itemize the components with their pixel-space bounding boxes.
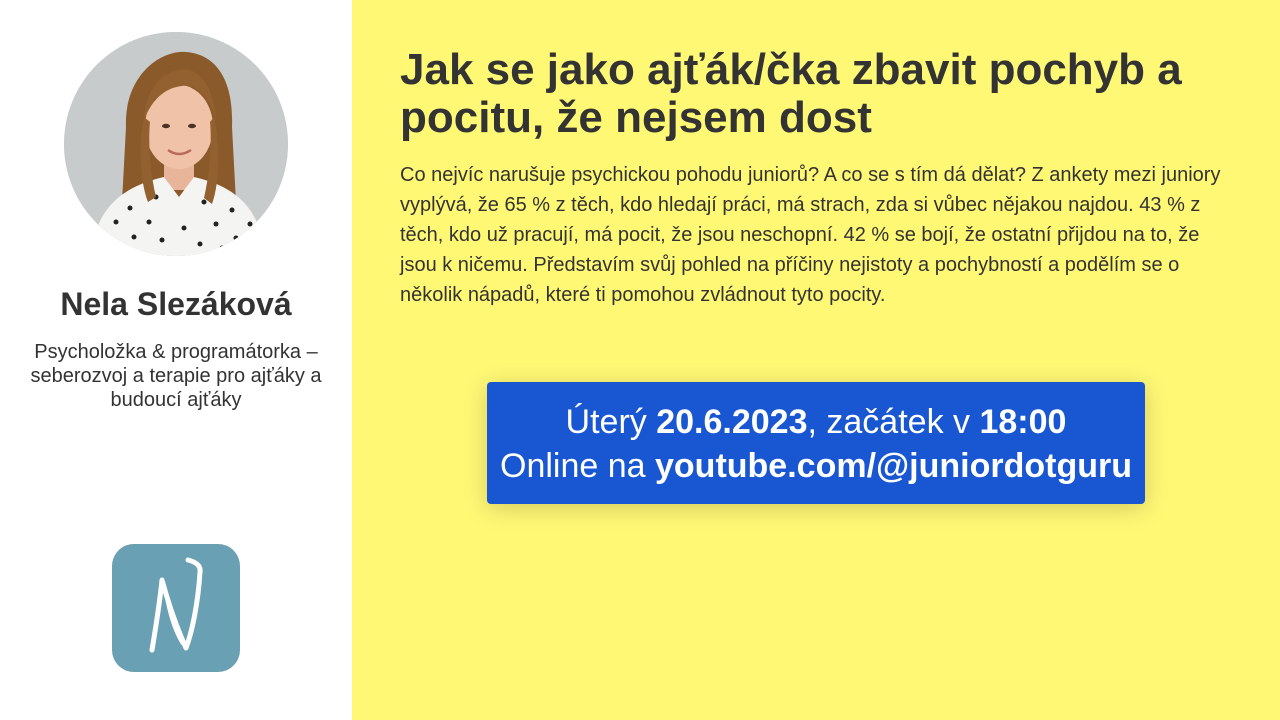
day-label: Úterý <box>565 403 657 441</box>
speaker-name: Nela Slezáková <box>60 286 292 322</box>
event-location-line: Online na youtube.com/@juniordotguru <box>487 444 1145 488</box>
speaker-photo-icon <box>64 32 288 256</box>
speaker-bio: Psycholožka & programátorka – seberozvoj… <box>30 341 322 411</box>
event-time: 18:00 <box>979 403 1067 441</box>
letter-n-logo-icon <box>112 544 240 672</box>
event-card: Nela Slezáková Psycholožka & programátor… <box>0 0 1280 720</box>
start-label: , začátek v <box>807 403 980 441</box>
event-date: 20.6.2023 <box>656 403 808 441</box>
event-url: youtube.com/@juniordotguru <box>655 447 1132 485</box>
speaker-sidebar: Nela Slezáková Psycholožka & programátor… <box>0 0 352 720</box>
online-label: Online na <box>500 447 655 485</box>
event-info-box: Úterý 20.6.2023, začátek v 18:00 Online … <box>487 382 1145 504</box>
talk-panel: Jak se jako ajťák/čka zbavit pochyb a po… <box>352 0 1280 720</box>
speaker-avatar <box>64 32 288 256</box>
event-date-line: Úterý 20.6.2023, začátek v 18:00 <box>487 400 1145 444</box>
talk-description: Co nejvíc narušuje psychickou pohodu jun… <box>400 164 1221 306</box>
talk-title: Jak se jako ajťák/čka zbavit pochyb a po… <box>400 45 1182 142</box>
